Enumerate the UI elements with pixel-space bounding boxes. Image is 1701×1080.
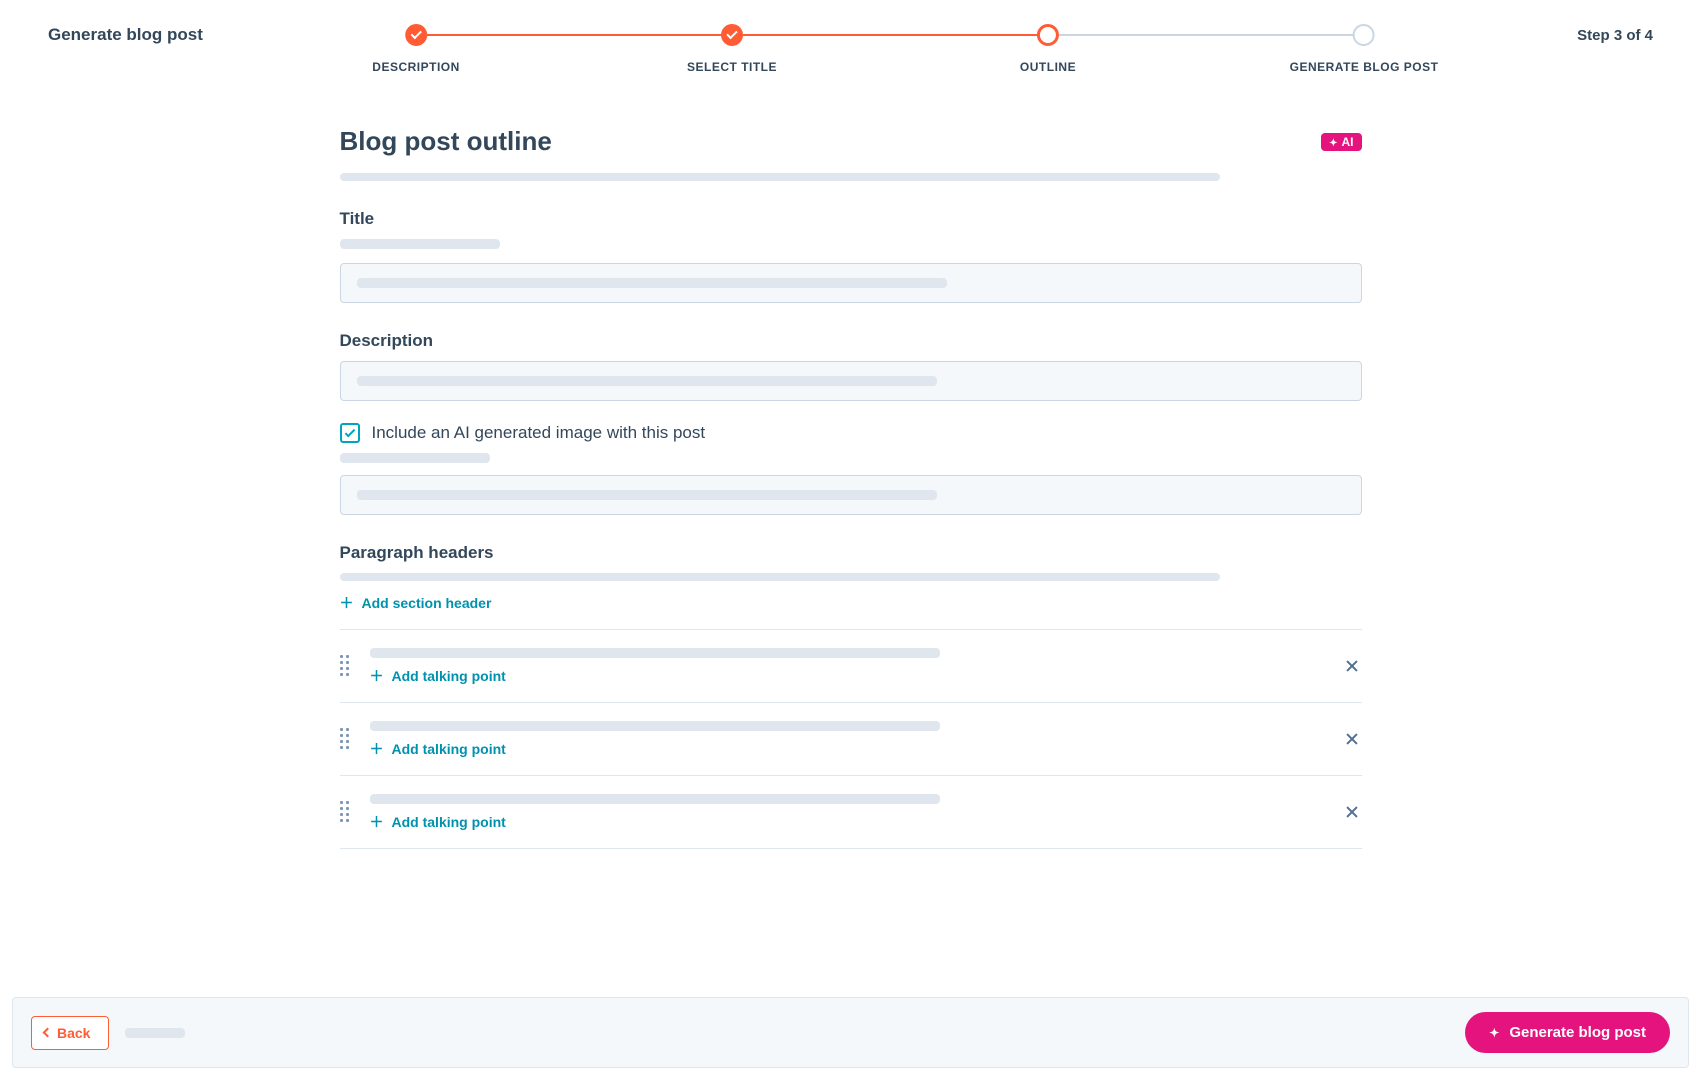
- add-talking-point-label: Add talking point: [392, 814, 506, 830]
- title-input[interactable]: [340, 263, 1362, 303]
- sparkle-icon: [1489, 1024, 1499, 1041]
- generate-button-label: Generate blog post: [1509, 1024, 1646, 1041]
- skeleton-line: [370, 794, 940, 804]
- paragraph-header-row: ＋ Add talking point: [340, 776, 1362, 849]
- progress-step[interactable]: SELECT TITLE: [687, 24, 777, 74]
- skeleton-line: [370, 721, 940, 731]
- progress-step-label: SELECT TITLE: [687, 60, 777, 74]
- skeleton-line: [357, 490, 937, 500]
- progress-step[interactable]: OUTLINE: [1020, 24, 1076, 74]
- back-button-label: Back: [57, 1025, 90, 1041]
- paragraph-header-row: ＋ Add talking point: [340, 703, 1362, 776]
- plus-icon: ＋: [370, 669, 384, 683]
- skeleton-line: [357, 376, 937, 386]
- paragraph-headers-label: Paragraph headers: [340, 543, 1362, 563]
- sparkle-icon: [1329, 135, 1337, 149]
- progress-step-label: OUTLINE: [1020, 60, 1076, 74]
- paragraph-header-content: ＋ Add talking point: [370, 794, 1326, 830]
- description-section-label: Description: [340, 331, 1362, 351]
- back-button[interactable]: Back: [31, 1016, 109, 1050]
- wizard-footer: Back Generate blog post: [12, 997, 1689, 1068]
- ai-badge-label: AI: [1342, 135, 1354, 149]
- title-section-label: Title: [340, 209, 1362, 229]
- remove-header-button[interactable]: [1342, 656, 1362, 676]
- progress-stepper: DESCRIPTIONSELECT TITLEOUTLINEGENERATE B…: [380, 24, 1400, 46]
- skeleton-line: [370, 648, 940, 658]
- drag-handle-icon[interactable]: [340, 655, 354, 677]
- drag-handle-icon[interactable]: [340, 728, 354, 750]
- progress-node-icon: [1037, 24, 1059, 46]
- progress-node-icon: [1353, 24, 1375, 46]
- plus-icon: ＋: [370, 815, 384, 829]
- ai-image-prompt-input[interactable]: [340, 475, 1362, 515]
- paragraph-header-content: ＋ Add talking point: [370, 648, 1326, 684]
- add-talking-point-button[interactable]: ＋ Add talking point: [370, 741, 1326, 757]
- plus-icon: ＋: [370, 742, 384, 756]
- progress-node-icon: [405, 24, 427, 46]
- plus-icon: ＋: [340, 596, 354, 610]
- skeleton-line: [357, 278, 947, 288]
- progress-step-label: DESCRIPTION: [372, 60, 460, 74]
- add-talking-point-label: Add talking point: [392, 668, 506, 684]
- skeleton-line: [340, 453, 490, 463]
- wizard-title: Generate blog post: [48, 25, 203, 45]
- chevron-left-icon: [43, 1028, 53, 1038]
- add-talking-point-button[interactable]: ＋ Add talking point: [370, 668, 1326, 684]
- add-talking-point-label: Add talking point: [392, 741, 506, 757]
- skeleton-line: [340, 173, 1220, 181]
- page-title: Blog post outline: [340, 126, 552, 157]
- include-ai-image-checkbox[interactable]: [340, 423, 360, 443]
- step-indicator: Step 3 of 4: [1577, 27, 1653, 44]
- wizard-header: Generate blog post DESCRIPTIONSELECT TIT…: [0, 0, 1701, 46]
- progress-step[interactable]: DESCRIPTION: [372, 24, 460, 74]
- description-input[interactable]: [340, 361, 1362, 401]
- remove-header-button[interactable]: [1342, 729, 1362, 749]
- remove-header-button[interactable]: [1342, 802, 1362, 822]
- skeleton-line: [340, 573, 1220, 581]
- progress-step[interactable]: GENERATE BLOG POST: [1290, 24, 1439, 74]
- skeleton-line: [340, 239, 500, 249]
- check-icon: [344, 426, 355, 437]
- add-section-header-button[interactable]: ＋ Add section header: [340, 595, 492, 611]
- include-ai-image-label: Include an AI generated image with this …: [372, 423, 706, 443]
- main-content: Blog post outline AI Title Description I…: [316, 126, 1386, 849]
- drag-handle-icon[interactable]: [340, 801, 354, 823]
- paragraph-header-content: ＋ Add talking point: [370, 721, 1326, 757]
- check-icon: [410, 28, 421, 39]
- skeleton-line: [125, 1028, 185, 1038]
- progress-step-label: GENERATE BLOG POST: [1290, 60, 1439, 74]
- ai-badge: AI: [1321, 133, 1361, 151]
- add-talking-point-button[interactable]: ＋ Add talking point: [370, 814, 1326, 830]
- add-section-header-label: Add section header: [362, 595, 492, 611]
- progress-node-icon: [721, 24, 743, 46]
- paragraph-header-row: ＋ Add talking point: [340, 630, 1362, 703]
- check-icon: [726, 28, 737, 39]
- generate-blog-post-button[interactable]: Generate blog post: [1465, 1012, 1670, 1053]
